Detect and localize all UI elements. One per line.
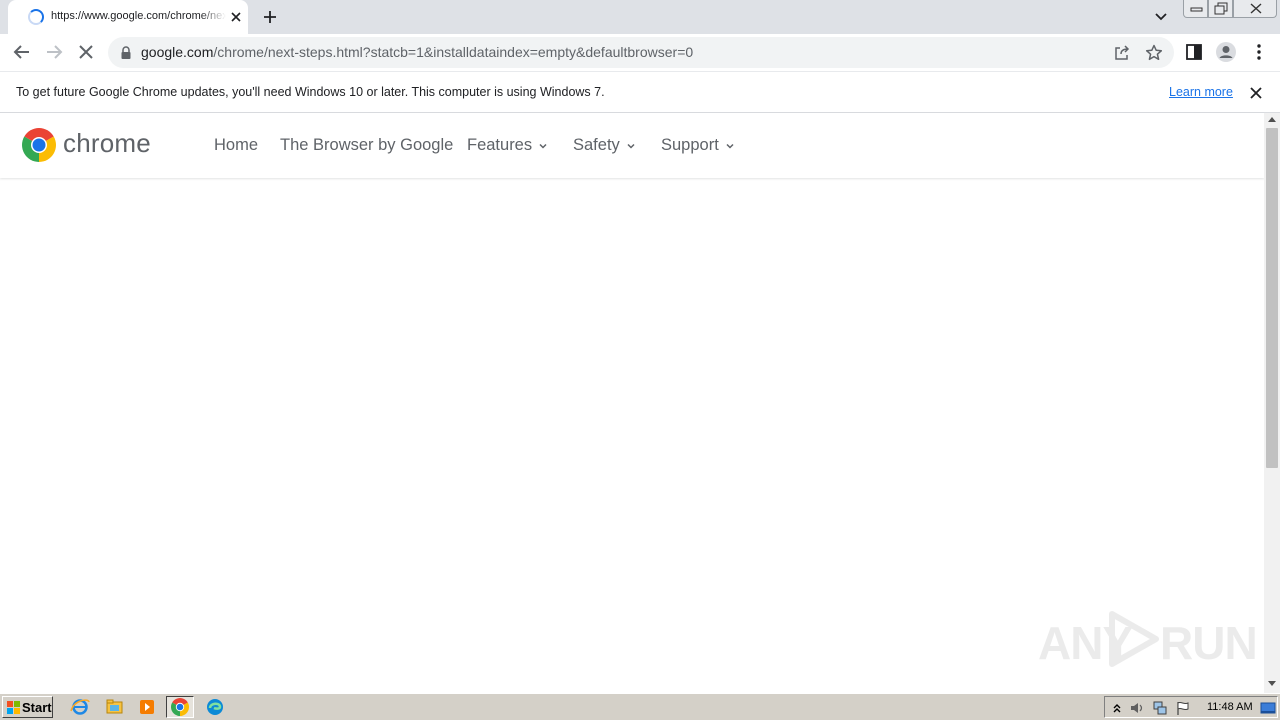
start-button[interactable]: Start — [2, 696, 53, 718]
window-close-button[interactable] — [1233, 0, 1277, 18]
star-icon[interactable] — [1144, 43, 1164, 63]
chevron-down-icon — [726, 143, 734, 149]
url-path: /chrome/next-steps.html?statcb=1&install… — [213, 44, 694, 60]
nav-browser-by-google[interactable]: The Browser by Google — [280, 136, 453, 155]
ie-icon — [70, 699, 90, 715]
page-viewport: chrome Home The Browser by Google Featur… — [0, 113, 1264, 693]
windows-taskbar: Start 11:48 AM — [0, 693, 1280, 720]
page-scrollbar[interactable] — [1264, 113, 1280, 693]
nav-safety-label: Safety — [573, 136, 620, 154]
chevron-down-icon — [539, 143, 547, 149]
minimize-icon — [1190, 7, 1203, 12]
forward-arrow-icon[interactable] — [42, 40, 66, 64]
tab-strip: https://www.google.com/chrome/next-steps… — [0, 0, 1280, 34]
plus-icon[interactable] — [260, 7, 280, 27]
taskbar-chrome[interactable] — [166, 696, 194, 718]
nav-features[interactable]: Features — [467, 136, 548, 155]
anyrun-watermark: ANY RUN — [1038, 608, 1258, 670]
infobar-message: To get future Google Chrome updates, you… — [16, 85, 605, 99]
network-icon[interactable] — [1152, 700, 1168, 716]
watermark-right: RUN — [1160, 617, 1258, 669]
site-header: chrome Home The Browser by Google Featur… — [0, 113, 1264, 178]
show-hidden-icons-icon[interactable] — [1109, 700, 1125, 716]
restore-button[interactable] — [1208, 0, 1233, 18]
nav-features-label: Features — [467, 136, 533, 154]
nav-support-label: Support — [661, 136, 719, 154]
nav-browser-label: The Browser by Google — [280, 136, 454, 154]
close-icon[interactable] — [1247, 84, 1265, 102]
more-vert-icon[interactable] — [1247, 40, 1271, 64]
media-player-icon — [140, 700, 154, 714]
system-tray: 11:48 AM — [1104, 696, 1278, 718]
tab-active[interactable]: https://www.google.com/chrome/next-steps… — [8, 0, 248, 34]
scroll-up-arrow-icon[interactable] — [1268, 117, 1276, 122]
browser-toolbar: google.com/chrome/next-steps.html?statcb… — [0, 34, 1280, 71]
nav-support[interactable]: Support — [661, 136, 735, 155]
taskbar-ie[interactable] — [66, 696, 94, 718]
taskbar-media-player[interactable] — [133, 696, 161, 718]
update-infobar: To get future Google Chrome updates, you… — [0, 71, 1280, 113]
close-icon[interactable] — [227, 8, 245, 26]
side-panel-icon[interactable] — [1182, 40, 1206, 64]
share-icon[interactable] — [1112, 43, 1132, 63]
brand-wordmark[interactable]: chrome — [63, 128, 151, 159]
stop-icon[interactable] — [74, 40, 98, 64]
clock[interactable]: 11:48 AM — [1207, 701, 1253, 713]
nav-home[interactable]: Home — [214, 136, 258, 155]
chrome-icon — [171, 698, 189, 716]
explorer-icon — [106, 699, 123, 714]
chrome-logo[interactable] — [21, 127, 57, 163]
lock-icon[interactable] — [120, 46, 132, 59]
windows-logo-icon — [7, 701, 20, 714]
tab-title: https://www.google.com/chrome/next-steps… — [51, 10, 226, 22]
close-icon — [1250, 3, 1262, 14]
start-label: Start — [22, 700, 52, 715]
learn-more-link[interactable]: Learn more — [1169, 85, 1233, 99]
nav-safety[interactable]: Safety — [573, 136, 636, 155]
loading-spinner-icon — [28, 9, 44, 25]
chevron-down-icon[interactable] — [1152, 9, 1170, 25]
show-desktop-icon[interactable] — [1260, 700, 1276, 716]
chevron-down-icon — [627, 143, 635, 149]
restore-icon — [1214, 2, 1228, 15]
profile-icon[interactable] — [1214, 40, 1238, 64]
edge-icon — [207, 699, 223, 715]
nav-home-label: Home — [214, 136, 259, 154]
flag-icon[interactable] — [1175, 700, 1191, 716]
taskbar-explorer[interactable] — [100, 696, 128, 718]
taskbar-edge[interactable] — [201, 696, 229, 718]
scroll-down-arrow-icon[interactable] — [1268, 681, 1276, 686]
minimize-button[interactable] — [1183, 0, 1208, 18]
back-arrow-icon[interactable] — [10, 40, 34, 64]
url-text[interactable]: google.com/chrome/next-steps.html?statcb… — [141, 44, 693, 60]
url-host: google.com — [141, 44, 214, 60]
volume-icon[interactable] — [1129, 700, 1145, 716]
address-bar[interactable]: google.com/chrome/next-steps.html?statcb… — [108, 37, 1174, 68]
scroll-thumb[interactable] — [1266, 128, 1278, 468]
play-icon — [1109, 611, 1159, 667]
